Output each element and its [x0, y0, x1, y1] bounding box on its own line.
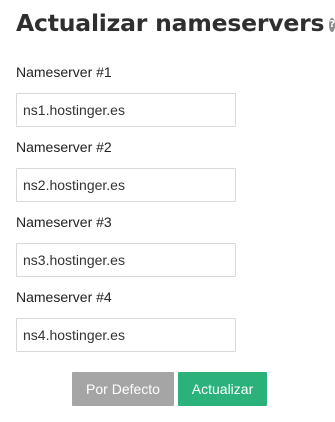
- nameserver-2-input[interactable]: [16, 168, 236, 202]
- nameserver-3-input[interactable]: [16, 243, 236, 277]
- nameserver-2-label: Nameserver #2: [16, 139, 112, 155]
- nameserver-4-field: Nameserver #4: [16, 289, 335, 352]
- form-actions: Por Defecto Actualizar: [72, 372, 267, 406]
- nameserver-4-label: Nameserver #4: [16, 289, 112, 305]
- nameserver-1-input[interactable]: [16, 93, 236, 127]
- nameserver-1-field: Nameserver #1: [16, 64, 335, 127]
- nameserver-1-label: Nameserver #1: [16, 64, 112, 80]
- nameserver-4-input[interactable]: [16, 318, 236, 352]
- update-nameservers-panel: Actualizar nameservers ? Nameserver #1 N…: [0, 0, 335, 422]
- default-button[interactable]: Por Defecto: [72, 372, 174, 406]
- page-title: Actualizar nameservers: [16, 9, 325, 37]
- nameserver-3-label: Nameserver #3: [16, 214, 112, 230]
- nameserver-3-field: Nameserver #3: [16, 214, 335, 277]
- update-button[interactable]: Actualizar: [178, 372, 267, 406]
- question-circle-icon[interactable]: ?: [329, 18, 335, 32]
- title-row: Actualizar nameservers ?: [16, 8, 335, 38]
- nameserver-2-field: Nameserver #2: [16, 139, 335, 202]
